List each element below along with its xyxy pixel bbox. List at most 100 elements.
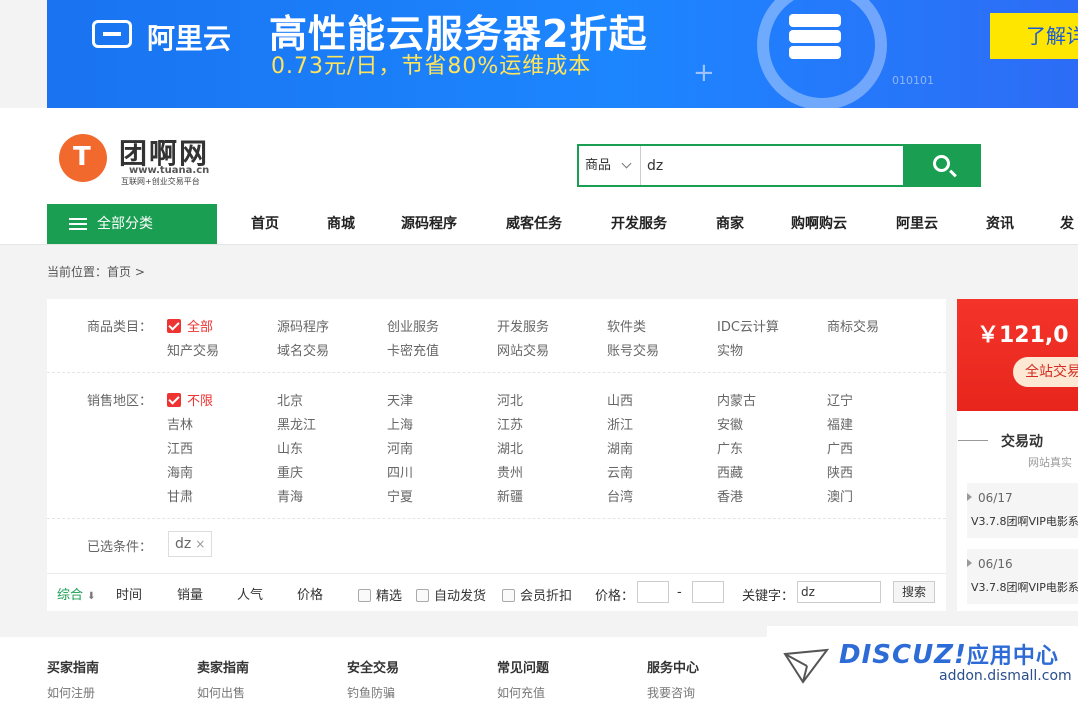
site-logo[interactable]: T 团啊网 www.tuana.cn 互联网+创业交易平台 [59, 132, 239, 186]
region-option[interactable]: 辽宁 [827, 390, 853, 409]
region-option[interactable]: 湖南 [607, 438, 633, 457]
remove-icon[interactable]: × [195, 537, 205, 551]
region-option[interactable]: 湖北 [497, 438, 523, 457]
sort-default[interactable]: 综合 ⬇ [57, 584, 96, 603]
price-min-input[interactable] [637, 581, 669, 603]
category-option[interactable]: IDC云计算 [717, 316, 779, 335]
region-option[interactable]: 黑龙江 [277, 414, 316, 433]
region-option[interactable]: 广西 [827, 438, 853, 457]
category-option[interactable]: 开发服务 [497, 316, 549, 335]
region-option[interactable]: 山西 [607, 390, 633, 409]
nav-item-merchants[interactable]: 商家 [716, 204, 744, 244]
region-option[interactable]: 广东 [717, 438, 743, 457]
watermark-site: addon.dismall.com [939, 668, 1072, 684]
region-option[interactable]: 江西 [167, 438, 193, 457]
region-option[interactable]: 重庆 [277, 462, 303, 481]
category-option[interactable]: 实物 [717, 340, 743, 359]
region-option[interactable]: 新疆 [497, 486, 523, 505]
auto-delivery-checkbox[interactable]: 自动发货 [416, 585, 486, 604]
category-option[interactable]: 软件类 [607, 316, 646, 335]
region-option[interactable]: 江苏 [497, 414, 523, 433]
featured-checkbox[interactable]: 精选 [358, 585, 402, 604]
nav-item-source-code[interactable]: 源码程序 [401, 204, 457, 244]
footer-link[interactable]: 我要咨询 [647, 684, 695, 701]
ad-button[interactable]: 全站交易 [1013, 357, 1078, 387]
nav-item-news[interactable]: 资讯 [986, 204, 1014, 244]
region-option[interactable]: 青海 [277, 486, 303, 505]
footer-link[interactable]: 钓鱼防骗 [347, 684, 395, 701]
region-option[interactable]: 海南 [167, 462, 193, 481]
category-option[interactable]: 知产交易 [167, 340, 219, 359]
nav-item-publish[interactable]: 发 [1060, 204, 1074, 244]
region-option[interactable]: 云南 [607, 462, 633, 481]
footer-link[interactable]: 如何注册 [47, 684, 95, 701]
sort-sales[interactable]: 销量 [177, 584, 203, 603]
footer-link[interactable]: 如何充值 [497, 684, 545, 701]
region-option[interactable]: 上海 [387, 414, 413, 433]
selected-filter-tag[interactable]: dz × [168, 531, 213, 557]
search-input[interactable] [643, 150, 893, 181]
page: 阿里云 高性能云服务器2折起 0.73元/日，节省80%运维成本 + 01010… [0, 0, 1078, 703]
nav-item-buy-cloud[interactable]: 购啊购云 [791, 204, 847, 244]
region-option[interactable]: 台湾 [607, 486, 633, 505]
news-item[interactable]: 06/16 V3.7.8团啊VIP电影系统 [967, 549, 1078, 604]
sort-price[interactable]: 价格 [297, 584, 323, 603]
all-categories-button[interactable]: 全部分类 [47, 204, 217, 244]
region-option[interactable]: 澳门 [827, 486, 853, 505]
logo-mark-icon: T [59, 134, 107, 182]
nav-item-home[interactable]: 首页 [251, 204, 279, 244]
category-option[interactable]: 全部 [167, 316, 213, 335]
nav-item-mall[interactable]: 商城 [327, 204, 355, 244]
region-option[interactable]: 四川 [387, 462, 413, 481]
news-date: 06/17 [967, 491, 1013, 505]
region-option[interactable]: 吉林 [167, 414, 193, 433]
region-option[interactable]: 香港 [717, 486, 743, 505]
member-discount-checkbox[interactable]: 会员折扣 [502, 585, 572, 604]
main-nav: 全部分类 首页 商城 源码程序 威客任务 开发服务 商家 购啊购云 阿里云 资讯… [0, 204, 1078, 244]
sort-time[interactable]: 时间 [116, 584, 142, 603]
region-option[interactable]: 安徽 [717, 414, 743, 433]
region-option[interactable]: 河北 [497, 390, 523, 409]
region-option[interactable]: 北京 [277, 390, 303, 409]
category-option[interactable]: 商标交易 [827, 316, 879, 335]
region-option[interactable]: 甘肃 [167, 486, 193, 505]
nav-item-dev-services[interactable]: 开发服务 [611, 204, 667, 244]
category-option[interactable]: 域名交易 [277, 340, 329, 359]
aliyun-banner-ad[interactable]: 阿里云 高性能云服务器2折起 0.73元/日，节省80%运维成本 + 01010… [47, 0, 1078, 108]
region-option[interactable]: 山东 [277, 438, 303, 457]
paper-plane-icon [783, 648, 829, 684]
filter-search-button[interactable]: 搜索 [893, 581, 935, 603]
footer-heading: 常见问题 [497, 661, 550, 676]
category-option[interactable]: 卡密充值 [387, 340, 439, 359]
checked-icon [167, 319, 181, 333]
search-type-select[interactable]: 商品 [579, 146, 641, 185]
region-option[interactable]: 福建 [827, 414, 853, 433]
banner-learn-more-button[interactable]: 了解详 [990, 13, 1078, 59]
region-option[interactable]: 陕西 [827, 462, 853, 481]
sidebar-ad[interactable]: ￥121,0 全站交易 [957, 299, 1078, 411]
sort-popularity[interactable]: 人气 [237, 584, 263, 603]
footer-link[interactable]: 如何出售 [197, 684, 245, 701]
section-subtitle: 网站真实 [1028, 456, 1072, 469]
region-option[interactable]: 西藏 [717, 462, 743, 481]
price-max-input[interactable] [692, 581, 724, 603]
region-option[interactable]: 宁夏 [387, 486, 413, 505]
region-option[interactable]: 浙江 [607, 414, 633, 433]
category-option[interactable]: 网站交易 [497, 340, 549, 359]
keyword-input[interactable]: dz [797, 581, 881, 603]
nav-item-tasks[interactable]: 威客任务 [506, 204, 562, 244]
price-label: 价格： [595, 589, 635, 604]
footer-heading: 安全交易 [347, 661, 400, 676]
category-option[interactable]: 创业服务 [387, 316, 439, 335]
category-label: 商品类目： [87, 320, 153, 335]
region-option[interactable]: 贵州 [497, 462, 523, 481]
nav-item-aliyun[interactable]: 阿里云 [896, 204, 938, 244]
news-item[interactable]: 06/17 V3.7.8团啊VIP电影系统 [967, 483, 1078, 538]
region-option[interactable]: 河南 [387, 438, 413, 457]
category-option[interactable]: 账号交易 [607, 340, 659, 359]
region-option[interactable]: 天津 [387, 390, 413, 409]
search-button[interactable] [903, 144, 981, 187]
region-option[interactable]: 不限 [167, 390, 213, 409]
category-option[interactable]: 源码程序 [277, 316, 329, 335]
region-option[interactable]: 内蒙古 [717, 390, 756, 409]
